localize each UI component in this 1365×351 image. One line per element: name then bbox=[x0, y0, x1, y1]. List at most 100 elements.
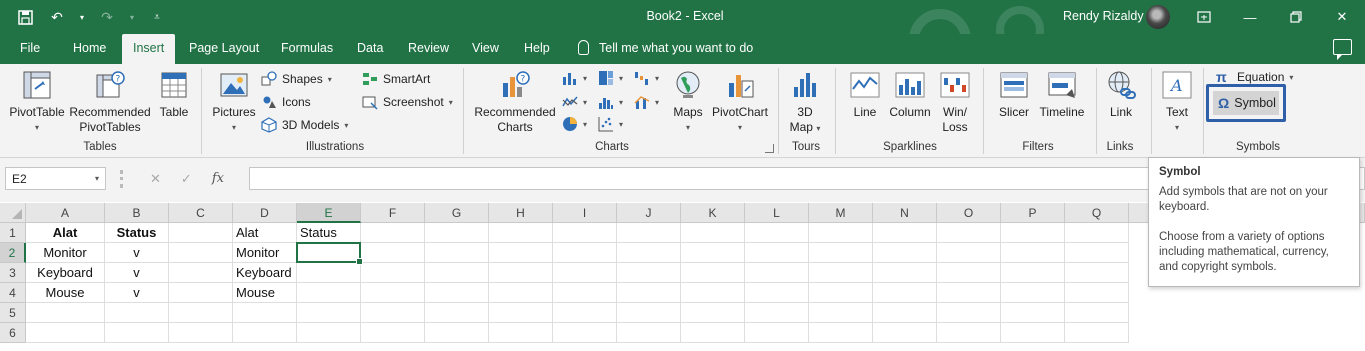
cell-o1[interactable] bbox=[937, 223, 1001, 243]
cell-q6[interactable] bbox=[1065, 323, 1129, 343]
cell-c6[interactable] bbox=[169, 323, 233, 343]
pie-chart-button[interactable]: ▾ bbox=[562, 116, 587, 132]
cell-p1[interactable] bbox=[1001, 223, 1065, 243]
avatar[interactable] bbox=[1146, 5, 1170, 29]
cell-c4[interactable] bbox=[169, 283, 233, 303]
timeline-button[interactable]: Timeline bbox=[1036, 69, 1088, 120]
cell-g4[interactable] bbox=[425, 283, 489, 303]
tell-me-search[interactable]: Tell me what you want to do bbox=[578, 40, 753, 55]
cell-g2[interactable] bbox=[425, 243, 489, 263]
tab-view[interactable]: View bbox=[472, 41, 499, 55]
slicer-button[interactable]: Slicer bbox=[994, 69, 1034, 120]
column-header-k[interactable]: K bbox=[681, 203, 745, 223]
tab-formulas[interactable]: Formulas bbox=[281, 41, 333, 55]
cell-m6[interactable] bbox=[809, 323, 873, 343]
row-header-3[interactable]: 3 bbox=[0, 263, 26, 283]
cell-h5[interactable] bbox=[489, 303, 553, 323]
column-header-l[interactable]: L bbox=[745, 203, 809, 223]
redo-icon[interactable]: ↷ bbox=[96, 6, 118, 28]
save-icon[interactable] bbox=[14, 6, 36, 28]
cell-m5[interactable] bbox=[809, 303, 873, 323]
column-header-j[interactable]: J bbox=[617, 203, 681, 223]
cell-i3[interactable] bbox=[553, 263, 617, 283]
cell-f4[interactable] bbox=[361, 283, 425, 303]
undo-icon[interactable]: ↶ bbox=[46, 6, 68, 28]
sparkline-line-button[interactable]: Line bbox=[846, 69, 884, 120]
cell-b1[interactable]: Status bbox=[105, 223, 169, 243]
cell-f1[interactable] bbox=[361, 223, 425, 243]
cell-n2[interactable] bbox=[873, 243, 937, 263]
column-header-i[interactable]: I bbox=[553, 203, 617, 223]
column-header-f[interactable]: F bbox=[361, 203, 425, 223]
cell-f2[interactable] bbox=[361, 243, 425, 263]
cell-q4[interactable] bbox=[1065, 283, 1129, 303]
undo-dropdown-icon[interactable]: ▾ bbox=[78, 6, 86, 28]
column-header-d[interactable]: D bbox=[233, 203, 297, 223]
3d-map-button[interactable]: 3D Map ▾ bbox=[784, 69, 826, 136]
cell-m2[interactable] bbox=[809, 243, 873, 263]
row-header-1[interactable]: 1 bbox=[0, 223, 26, 243]
cell-n6[interactable] bbox=[873, 323, 937, 343]
table-button[interactable]: Table bbox=[156, 69, 192, 120]
cell-i4[interactable] bbox=[553, 283, 617, 303]
cell-k2[interactable] bbox=[681, 243, 745, 263]
tab-insert[interactable]: Insert bbox=[122, 34, 176, 64]
cell-k6[interactable] bbox=[681, 323, 745, 343]
cell-k1[interactable] bbox=[681, 223, 745, 243]
column-header-e[interactable]: E bbox=[297, 203, 361, 223]
cell-d1[interactable]: Alat bbox=[233, 223, 297, 243]
cell-d5[interactable] bbox=[233, 303, 297, 323]
cell-m3[interactable] bbox=[809, 263, 873, 283]
cell-l1[interactable] bbox=[745, 223, 809, 243]
select-all-corner[interactable] bbox=[0, 203, 26, 223]
user-name[interactable]: Rendy Rizaldy bbox=[1063, 9, 1144, 23]
symbol-button[interactable]: Ω Symbol bbox=[1206, 84, 1286, 122]
link-button[interactable]: Link bbox=[1102, 69, 1140, 120]
cell-o2[interactable] bbox=[937, 243, 1001, 263]
symbol-button-face[interactable]: Ω Symbol bbox=[1213, 91, 1279, 115]
cell-h3[interactable] bbox=[489, 263, 553, 283]
cell-b3[interactable]: v bbox=[105, 263, 169, 283]
cell-l4[interactable] bbox=[745, 283, 809, 303]
sparkline-column-button[interactable]: Column bbox=[886, 69, 934, 120]
cell-n3[interactable] bbox=[873, 263, 937, 283]
cell-d6[interactable] bbox=[233, 323, 297, 343]
column-header-n[interactable]: N bbox=[873, 203, 937, 223]
column-header-a[interactable]: A bbox=[26, 203, 105, 223]
row-header-5[interactable]: 5 bbox=[0, 303, 26, 323]
cell-q2[interactable] bbox=[1065, 243, 1129, 263]
cell-e6[interactable] bbox=[297, 323, 361, 343]
active-cell-selection[interactable] bbox=[296, 242, 363, 265]
cancel-icon[interactable]: ✕ bbox=[150, 171, 161, 187]
cell-b2[interactable]: v bbox=[105, 243, 169, 263]
cell-e3[interactable] bbox=[297, 263, 361, 283]
combo-chart-button[interactable]: ▾ bbox=[634, 94, 659, 110]
cell-q5[interactable] bbox=[1065, 303, 1129, 323]
cell-n5[interactable] bbox=[873, 303, 937, 323]
cell-p4[interactable] bbox=[1001, 283, 1065, 303]
pivottable-button[interactable]: PivotTable ▾ bbox=[8, 69, 66, 135]
sparkline-winloss-button[interactable]: Win/ Loss bbox=[938, 69, 972, 135]
insert-function-icon[interactable]: fx bbox=[212, 171, 224, 186]
cell-o5[interactable] bbox=[937, 303, 1001, 323]
pictures-button[interactable]: Pictures ▾ bbox=[211, 69, 257, 135]
cell-j5[interactable] bbox=[617, 303, 681, 323]
minimize-icon[interactable]: — bbox=[1238, 5, 1262, 29]
cell-k3[interactable] bbox=[681, 263, 745, 283]
row-header-2[interactable]: 2 bbox=[0, 243, 26, 263]
cell-m4[interactable] bbox=[809, 283, 873, 303]
tab-home[interactable]: Home bbox=[73, 41, 106, 55]
cell-o6[interactable] bbox=[937, 323, 1001, 343]
cell-a2[interactable]: Monitor bbox=[26, 243, 105, 263]
cell-i5[interactable] bbox=[553, 303, 617, 323]
icons-button[interactable]: Icons bbox=[261, 94, 311, 110]
cell-f3[interactable] bbox=[361, 263, 425, 283]
cell-e4[interactable] bbox=[297, 283, 361, 303]
customize-qat-icon[interactable]: ⩡ bbox=[146, 6, 168, 28]
cell-d4[interactable]: Mouse bbox=[233, 283, 297, 303]
cell-o3[interactable] bbox=[937, 263, 1001, 283]
column-header-o[interactable]: O bbox=[937, 203, 1001, 223]
cell-h4[interactable] bbox=[489, 283, 553, 303]
tab-help[interactable]: Help bbox=[524, 41, 550, 55]
cell-c3[interactable] bbox=[169, 263, 233, 283]
